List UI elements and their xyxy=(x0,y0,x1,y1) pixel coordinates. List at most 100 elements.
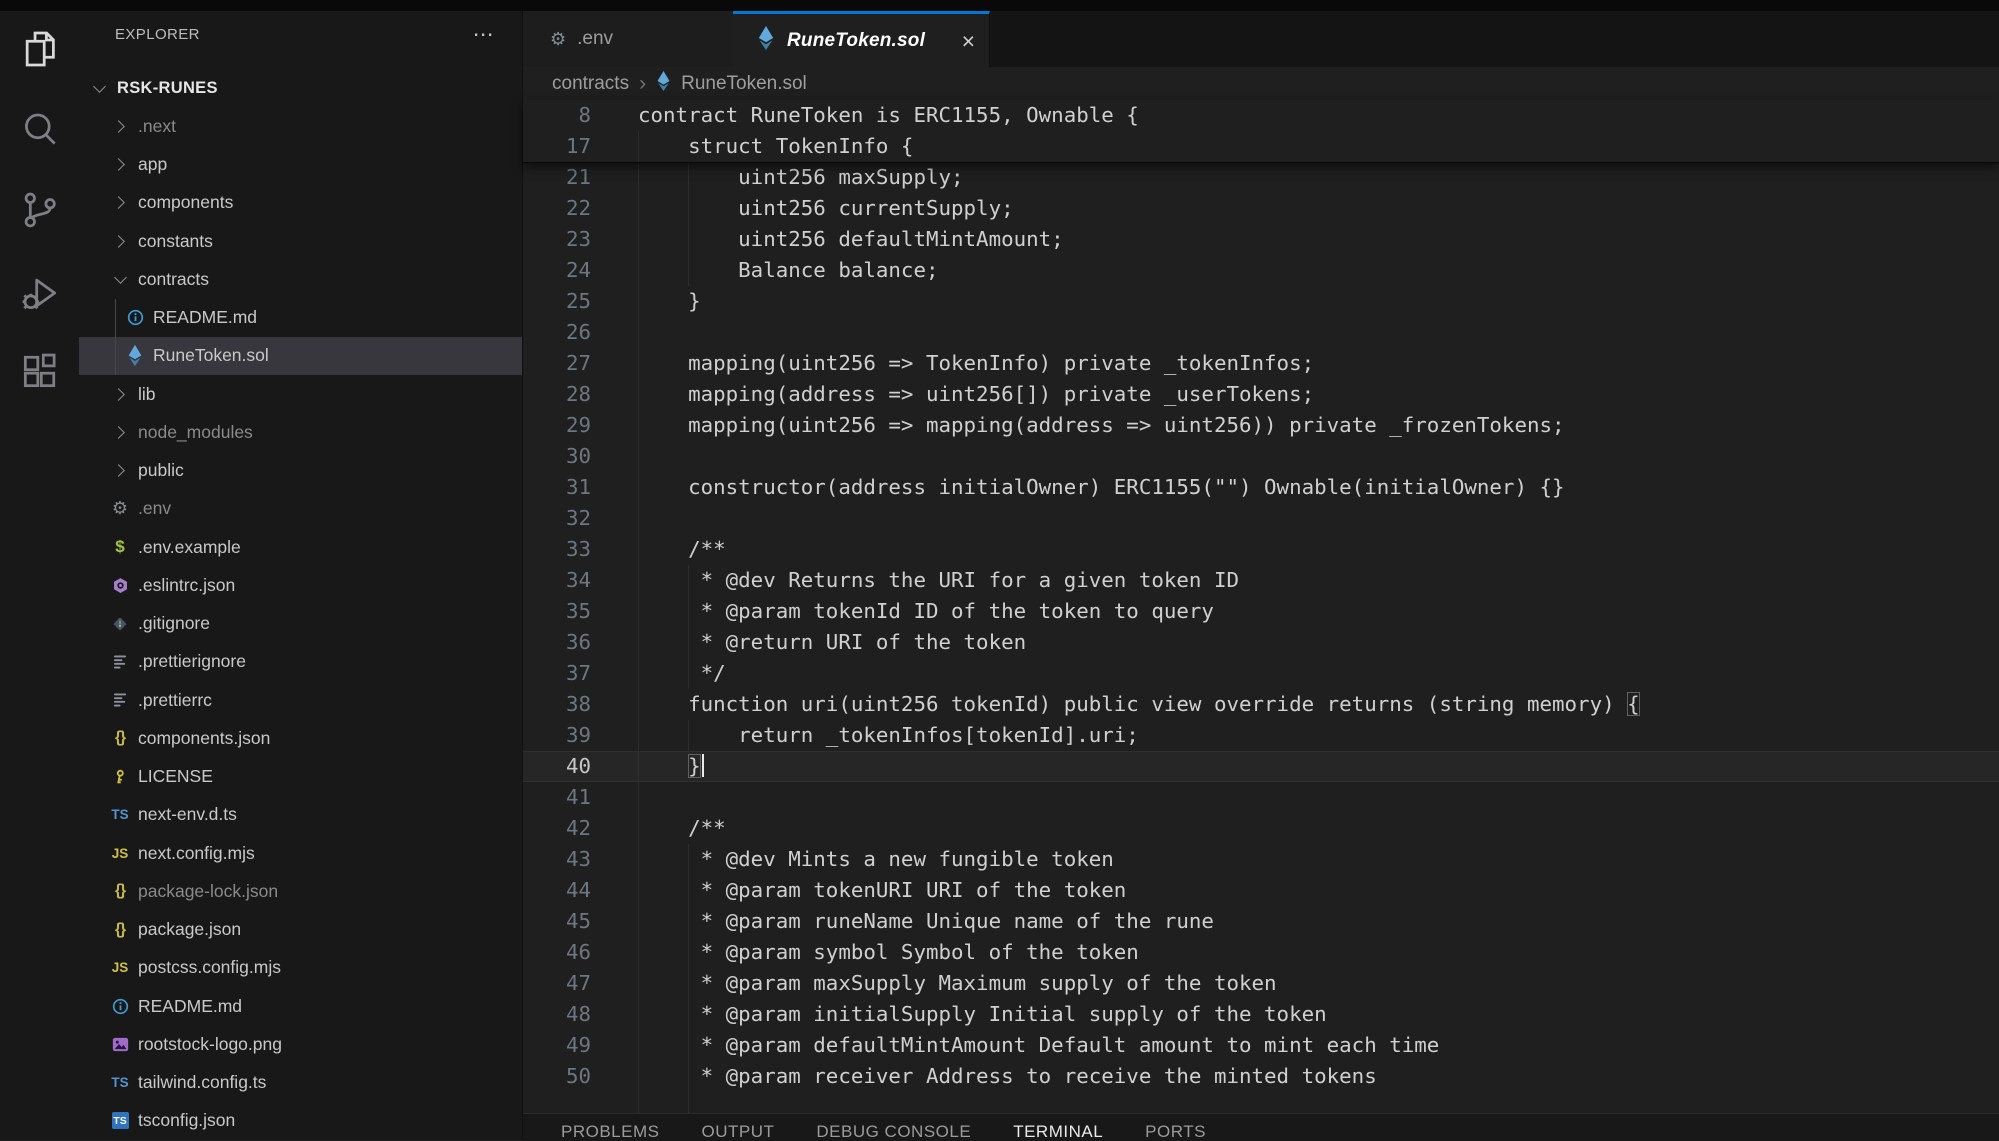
line-number[interactable]: 22 xyxy=(523,193,591,224)
tree-item-.prettierrc[interactable]: .prettierrc xyxy=(79,681,522,719)
tree-item-tsconfig.json[interactable]: TStsconfig.json xyxy=(79,1102,522,1140)
line-number[interactable]: 21 xyxy=(523,162,591,193)
code-line[interactable]: 37 */ xyxy=(523,658,1999,689)
tab-runetoken[interactable]: RuneToken.sol × xyxy=(733,11,990,67)
code-line[interactable]: 46 * @param symbol Symbol of the token xyxy=(523,937,1999,968)
code-line[interactable]: 25 } xyxy=(523,286,1999,317)
line-number[interactable]: 26 xyxy=(523,317,591,348)
tree-item-components[interactable]: components xyxy=(79,184,522,222)
tree-item-.next[interactable]: .next xyxy=(79,107,522,145)
code-line[interactable]: 41 xyxy=(523,782,1999,813)
line-number[interactable]: 39 xyxy=(523,720,591,751)
code-line[interactable]: 30 xyxy=(523,441,1999,472)
code-area[interactable]: 21 uint256 maxSupply;22 uint256 currentS… xyxy=(523,162,1999,1113)
code-line[interactable]: 31 constructor(address initialOwner) ERC… xyxy=(523,472,1999,503)
tree-item-lib[interactable]: lib xyxy=(79,375,522,413)
code-line[interactable]: 22 uint256 currentSupply; xyxy=(523,193,1999,224)
line-number[interactable]: 42 xyxy=(523,813,591,844)
activity-explorer[interactable] xyxy=(0,19,79,83)
tree-item-node-modules[interactable]: node_modules xyxy=(79,413,522,451)
code-line[interactable]: 50 * @param receiver Address to receive … xyxy=(523,1061,1999,1092)
line-number[interactable]: 25 xyxy=(523,286,591,317)
code-line[interactable] xyxy=(523,1092,1999,1113)
line-number[interactable]: 37 xyxy=(523,658,591,689)
line-number[interactable]: 35 xyxy=(523,596,591,627)
line-number[interactable]: 48 xyxy=(523,999,591,1030)
line-number[interactable]: 43 xyxy=(523,844,591,875)
code-line[interactable]: 44 * @param tokenURI URI of the token xyxy=(523,875,1999,906)
tree-item-constants[interactable]: constants xyxy=(79,222,522,260)
tree-item-package-lock.json[interactable]: {}package-lock.json xyxy=(79,872,522,910)
line-number[interactable]: 30 xyxy=(523,441,591,472)
code-line[interactable]: 34 * @dev Returns the URI for a given to… xyxy=(523,565,1999,596)
panel-tab-debug-console[interactable]: DEBUG CONSOLE xyxy=(816,1122,971,1141)
line-number[interactable]: 50 xyxy=(523,1061,591,1092)
tree-item-public[interactable]: public xyxy=(79,452,522,490)
breadcrumb-file[interactable]: RuneToken.sol xyxy=(681,73,807,95)
tree-item-license[interactable]: LICENSE xyxy=(79,758,522,796)
code-line[interactable]: 17 struct TokenInfo { xyxy=(523,131,1999,162)
code-line[interactable]: 38 function uri(uint256 tokenId) public … xyxy=(523,689,1999,720)
panel-tab-output[interactable]: OUTPUT xyxy=(701,1122,774,1141)
line-number[interactable]: 29 xyxy=(523,410,591,441)
code-line[interactable]: 36 * @return URI of the token xyxy=(523,627,1999,658)
line-number[interactable]: 8 xyxy=(523,100,591,131)
code-line[interactable]: 45 * @param runeName Unique name of the … xyxy=(523,906,1999,937)
line-number[interactable]: 47 xyxy=(523,968,591,999)
code-line[interactable]: 27 mapping(uint256 => TokenInfo) private… xyxy=(523,348,1999,379)
line-number[interactable]: 40 xyxy=(523,751,591,782)
code-line[interactable]: 35 * @param tokenId ID of the token to q… xyxy=(523,596,1999,627)
code-line[interactable]: 32 xyxy=(523,503,1999,534)
tree-item-.eslintrc.json[interactable]: .eslintrc.json xyxy=(79,566,522,604)
tree-item-readme.md[interactable]: README.md xyxy=(79,987,522,1025)
tree-item-runetoken.sol[interactable]: RuneToken.sol xyxy=(79,337,522,375)
line-number[interactable]: 32 xyxy=(523,503,591,534)
panel-tab-ports[interactable]: PORTS xyxy=(1145,1122,1206,1141)
code-line[interactable]: 29 mapping(uint256 => mapping(address =>… xyxy=(523,410,1999,441)
tree-item-next-env.d.ts[interactable]: TSnext-env.d.ts xyxy=(79,796,522,834)
tree-item-tailwind.config.ts[interactable]: TStailwind.config.ts xyxy=(79,1064,522,1102)
tree-item-readme.md[interactable]: README.md xyxy=(79,299,522,337)
tree-item-rootstock-logo.png[interactable]: rootstock-logo.png xyxy=(79,1025,522,1063)
close-icon[interactable]: × xyxy=(962,31,975,51)
line-number[interactable]: 44 xyxy=(523,875,591,906)
more-actions-icon[interactable]: ⋯ xyxy=(473,30,494,40)
panel-tab-problems[interactable]: PROBLEMS xyxy=(561,1122,659,1141)
line-number[interactable]: 28 xyxy=(523,379,591,410)
line-number[interactable]: 34 xyxy=(523,565,591,596)
tree-item-.env[interactable]: ⚙.env xyxy=(79,490,522,528)
code-line[interactable]: 23 uint256 defaultMintAmount; xyxy=(523,224,1999,255)
line-number[interactable]: 49 xyxy=(523,1030,591,1061)
line-number[interactable]: 23 xyxy=(523,224,591,255)
line-number[interactable]: 31 xyxy=(523,472,591,503)
code-line-active[interactable]: 40 } xyxy=(523,751,1999,782)
code-line[interactable]: 21 uint256 maxSupply; xyxy=(523,162,1999,193)
tree-item-.gitignore[interactable]: .gitignore xyxy=(79,605,522,643)
activity-search[interactable] xyxy=(0,100,79,164)
line-number[interactable]: 45 xyxy=(523,906,591,937)
line-number[interactable]: 24 xyxy=(523,255,591,286)
breadcrumb-folder[interactable]: contracts xyxy=(552,73,629,95)
line-number[interactable]: 38 xyxy=(523,689,591,720)
tree-item-app[interactable]: app xyxy=(79,146,522,184)
activity-run-debug[interactable] xyxy=(0,263,79,327)
code-line[interactable]: 49 * @param defaultMintAmount Default am… xyxy=(523,1030,1999,1061)
code-line[interactable]: 47 * @param maxSupply Maximum supply of … xyxy=(523,968,1999,999)
code-line[interactable]: 48 * @param initialSupply Initial supply… xyxy=(523,999,1999,1030)
tree-item-components.json[interactable]: {}components.json xyxy=(79,719,522,757)
code-line[interactable]: 26 xyxy=(523,317,1999,348)
tree-item-package.json[interactable]: {}package.json xyxy=(79,911,522,949)
activity-source-control[interactable] xyxy=(0,180,79,244)
panel-tab-terminal[interactable]: TERMINAL xyxy=(1013,1122,1103,1141)
tree-item-next.config.mjs[interactable]: JSnext.config.mjs xyxy=(79,834,522,872)
tree-item-.prettierignore[interactable]: .prettierignore xyxy=(79,643,522,681)
code-line[interactable]: 42 /** xyxy=(523,813,1999,844)
code-line[interactable]: 8contract RuneToken is ERC1155, Ownable … xyxy=(523,100,1999,131)
code-line[interactable]: 28 mapping(address => uint256[]) private… xyxy=(523,379,1999,410)
activity-extensions[interactable] xyxy=(0,341,79,405)
code-line[interactable]: 43 * @dev Mints a new fungible token xyxy=(523,844,1999,875)
line-number[interactable]: 33 xyxy=(523,534,591,565)
tree-item-contracts[interactable]: contracts xyxy=(79,260,522,298)
code-line[interactable]: 39 return _tokenInfos[tokenId].uri; xyxy=(523,720,1999,751)
line-number[interactable]: 17 xyxy=(523,131,591,162)
